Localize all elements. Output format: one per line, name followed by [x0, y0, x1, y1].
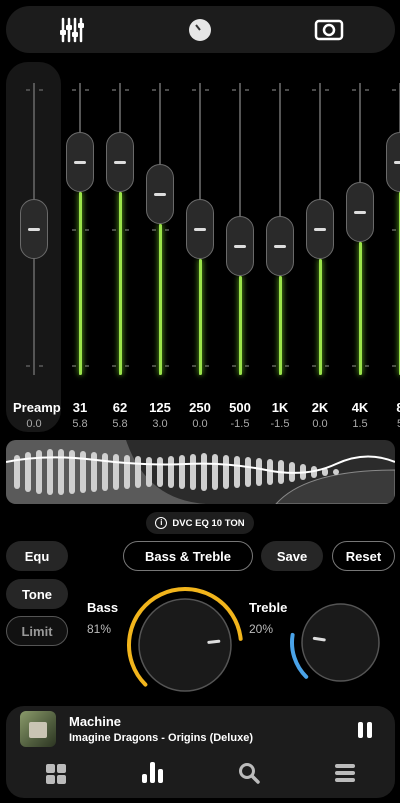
save-button[interactable]: Save [261, 541, 323, 571]
band-gain-value: 5 [380, 418, 400, 430]
bass-treble-label: Bass & Treble [145, 548, 231, 564]
treble-knob[interactable] [288, 590, 393, 695]
band-gain-value: 0.0 [192, 418, 208, 430]
band-frequency-label: 31 [72, 400, 88, 415]
tab-tone[interactable]: Tone [6, 579, 68, 609]
band-frequency-label: 62 [112, 400, 128, 415]
preset-badge[interactable]: i DVC EQ 10 TON [146, 512, 254, 534]
frequency-response-visualizer [6, 440, 395, 504]
band-frequency-label: 4K [351, 400, 369, 415]
bass-knob-indicator [207, 639, 221, 644]
search-icon[interactable] [238, 762, 260, 784]
band-gain-value: 3.0 [152, 418, 168, 430]
mini-player[interactable]: Machine Imagine Dragons - Origins (Delux… [6, 706, 395, 798]
visualizer-bar [256, 458, 262, 486]
visualizer-bar [58, 449, 64, 495]
visualizer-bar [146, 457, 152, 487]
bass-knob[interactable] [125, 585, 245, 705]
bass-treble-button[interactable]: Bass & Treble [123, 541, 253, 571]
visualizer-bar [69, 450, 75, 494]
band-frequency-label: 125 [149, 400, 171, 415]
tab-limit[interactable]: Limit [6, 616, 68, 646]
tab-equ-label: Equ [24, 548, 50, 564]
reset-label: Reset [345, 548, 382, 564]
visualizer-bar [234, 456, 240, 488]
track-title: Machine [69, 714, 122, 729]
track-artist: Imagine Dragons - Origins (Deluxe) [69, 732, 253, 744]
treble-percent: 20% [249, 622, 274, 636]
preset-name: DVC EQ 10 TON [172, 517, 245, 529]
visualizer-bar [223, 455, 229, 489]
band-frequency-label: 250 [189, 400, 211, 415]
menu-icon[interactable] [334, 762, 356, 784]
band-gain-value: 1.5 [352, 418, 368, 430]
bass-label: Bass [87, 600, 119, 615]
band-gain-value: -1.5 [230, 418, 250, 430]
tab-tone-label: Tone [21, 586, 53, 602]
visualizer-bar [157, 457, 163, 487]
grid-icon[interactable] [45, 763, 67, 785]
visualizer-bar [80, 451, 86, 493]
band-gain-value: 5.8 [72, 418, 88, 430]
band-frequency-label: 500 [229, 400, 251, 415]
visualizer-bar [245, 457, 251, 487]
visualizer-bar [201, 453, 207, 491]
visualizer-bar [179, 455, 185, 489]
bass-percent: 81% [87, 622, 112, 636]
pause-icon[interactable] [356, 720, 374, 740]
visualizer-bar [190, 454, 196, 490]
album-art [20, 711, 56, 747]
band-frequency-label: 1K [271, 400, 289, 415]
tab-equ[interactable]: Equ [6, 541, 68, 571]
visualizer-bar [168, 456, 174, 488]
save-label: Save [276, 548, 308, 564]
treble-label: Treble [249, 600, 288, 615]
band-gain-value: 5.8 [112, 418, 128, 430]
visualizer-bar [135, 456, 141, 488]
treble-knob-body[interactable] [301, 603, 380, 682]
band-gain-value: 0.0 [312, 418, 328, 430]
visualizer-bar [333, 469, 339, 475]
reset-button[interactable]: Reset [332, 541, 395, 571]
band-gain-value: -1.5 [270, 418, 290, 430]
visualizer-bar [102, 453, 108, 491]
band-frequency-label: 2K [311, 400, 329, 415]
tab-limit-label: Limit [21, 623, 53, 639]
bars-icon[interactable] [141, 760, 165, 784]
visualizer-bar [113, 454, 119, 490]
info-icon: i [155, 517, 168, 529]
visualizer-bar [47, 449, 53, 495]
band-frequency-label: 8 [396, 400, 400, 415]
visualizer-bar [36, 450, 42, 494]
visualizer-bar [91, 452, 97, 492]
visualizer-bar [212, 454, 218, 490]
bass-knob-body[interactable] [138, 598, 232, 692]
visualizer-bar [124, 455, 130, 489]
treble-knob-indicator [312, 636, 326, 642]
